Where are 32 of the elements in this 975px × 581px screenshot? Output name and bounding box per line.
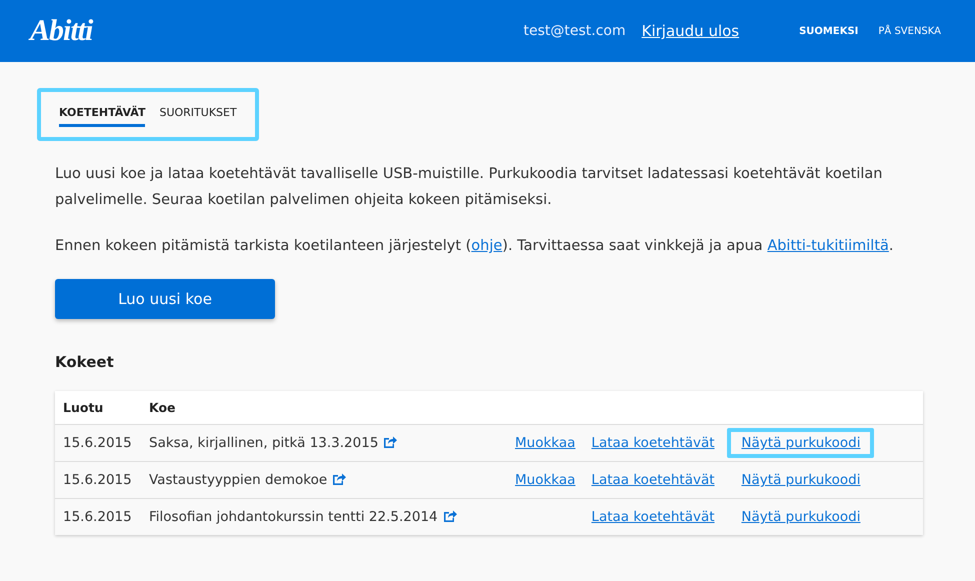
language-link[interactable]: SUOMEKSI — [799, 26, 858, 36]
date-text: 15.6.2015 — [63, 435, 132, 451]
share-icon[interactable] — [442, 509, 457, 522]
show-code-link[interactable]: Näytä purkukoodi — [727, 502, 874, 532]
exam-name: Vastaustyyppien demokoe — [149, 472, 328, 488]
create-exam-button[interactable]: Luo uusi koe — [55, 279, 275, 319]
notice-paragraph: Ennen kokeen pitämistä tarkista koetilanteen järjestelyt (ohje). Tarvittaessa saat vinkkejä ja apua Abitti-tukitiimiltä. — [55, 237, 895, 256]
edit-link[interactable]: Muokkaa — [515, 435, 576, 451]
show-code-link[interactable]: Näytä purkukoodi — [727, 465, 874, 495]
share-icon[interactable] — [332, 472, 346, 485]
download-link[interactable]: Lataa koetehtävät — [591, 435, 715, 451]
column-header: Luotu — [55, 391, 141, 424]
date-text: 15.6.2015 — [63, 509, 132, 525]
tab[interactable]: SUORITUKSET — [159, 106, 237, 127]
show-code-link[interactable]: Näytä purkukoodi — [727, 428, 874, 458]
exam-name: Filosofian johdantokurssin tentti 22.5.2014 — [149, 509, 438, 525]
help-link[interactable]: ohje — [471, 238, 502, 254]
exam-name: Saksa, kirjallinen, pitkä 13.3.2015 — [149, 435, 378, 451]
language-link[interactable]: PÅ SVENSKA — [878, 26, 941, 36]
user-email: test@test.com — [523, 23, 626, 39]
column-header: Koe — [141, 391, 507, 424]
edit-link[interactable]: Muokkaa — [515, 472, 576, 488]
logo: Abitti — [30, 14, 92, 48]
download-link[interactable]: Lataa koetehtävät — [591, 509, 715, 525]
section-heading: Kokeet — [55, 353, 115, 371]
tab[interactable]: KOETEHTÄVÄT — [59, 106, 146, 127]
share-icon[interactable] — [383, 435, 398, 448]
download-link[interactable]: Lataa koetehtävät — [591, 472, 715, 488]
date-text: 15.6.2015 — [63, 472, 132, 488]
help-link[interactable]: Abitti-tukitiimiltä — [767, 238, 889, 254]
intro-paragraph: Luo uusi koe ja lataa koetehtävät tavalliselle USB-muistille. Purkukoodia tarvitset ladatessasi koetehtävät koetilan palvelimelle. Seuraa koetilan palvelimen ohjeita kokeen pitämiseksi. — [55, 165, 884, 210]
logout-link[interactable]: Kirjaudu ulos — [642, 22, 740, 40]
